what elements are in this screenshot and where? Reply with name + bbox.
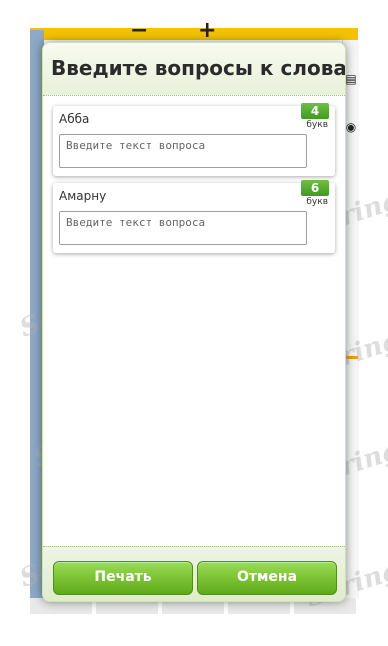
letter-count-unit: букв [306, 120, 328, 130]
question-input[interactable] [59, 211, 307, 245]
zoom-in-button[interactable]: + [198, 18, 216, 43]
question-input[interactable] [59, 134, 307, 168]
dialog-footer: Печать Отмена [43, 546, 345, 601]
print-button[interactable]: Печать [53, 561, 193, 595]
dialog-body: Абба 4 букв Амарну 6 букв [43, 96, 345, 546]
word-card: Абба 4 букв [53, 103, 335, 176]
cancel-button[interactable]: Отмена [197, 561, 337, 595]
zoom-out-button[interactable]: − [130, 18, 148, 43]
letter-count-badge: 6 [301, 180, 329, 196]
letter-count-badge: 4 [301, 103, 329, 119]
word-card: Амарну 6 букв [53, 180, 335, 253]
dialog-header: Введите вопросы к словам [43, 43, 345, 96]
dialog-title: Введите вопросы к словам [51, 56, 346, 80]
background-toolbar: − + [30, 18, 358, 43]
letter-count-unit: букв [306, 197, 328, 207]
questions-dialog: Введите вопросы к словам Абба 4 букв Ама… [42, 42, 346, 602]
word-label: Амарну [59, 189, 107, 203]
word-label: Абба [59, 112, 90, 126]
